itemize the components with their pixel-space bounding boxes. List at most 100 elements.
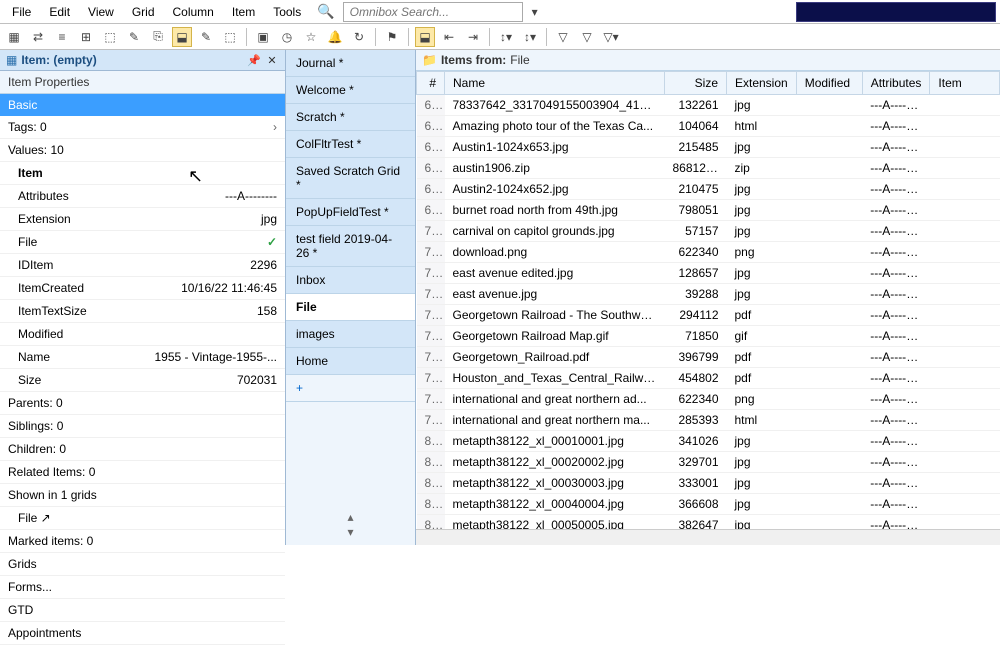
table-row[interactable]: 80metapth38122_xl_00010001.jpg341026jpg-… — [417, 431, 1000, 452]
horizontal-scrollbar[interactable] — [416, 529, 1000, 545]
tool-9[interactable]: ✎ — [196, 27, 216, 47]
gtd-row[interactable]: GTD — [0, 599, 285, 622]
related-row[interactable]: Related Items: 0 — [0, 461, 285, 484]
tool-indent-right[interactable]: ⇥ — [463, 27, 483, 47]
tab-item[interactable]: PopUpFieldTest * — [286, 199, 415, 226]
children-row[interactable]: Children: 0 — [0, 438, 285, 461]
shown-file-row[interactable]: File ↗ — [0, 507, 285, 530]
prop-row[interactable]: ItemCreated10/16/22 11:46:45 — [0, 277, 285, 300]
tool-clock[interactable]: ◷ — [277, 27, 297, 47]
table-row[interactable]: 83metapth38122_xl_00040004.jpg366608jpg-… — [417, 494, 1000, 515]
appointments-row[interactable]: Appointments — [0, 622, 285, 645]
prop-row[interactable]: Size702031 — [0, 369, 285, 392]
col-modified[interactable]: Modified — [796, 72, 862, 95]
prop-row[interactable]: IDItem2296 — [0, 254, 285, 277]
menu-column[interactable]: Column — [165, 2, 222, 22]
grid-table-wrap[interactable]: # Name Size Extension Modified Attribute… — [416, 71, 1000, 529]
tool-highlight[interactable]: ⬓ — [415, 27, 435, 47]
tool-sort2[interactable]: ↕▾ — [520, 27, 540, 47]
omnibox-search[interactable] — [343, 2, 523, 22]
tool-flag[interactable]: ⚑ — [382, 27, 402, 47]
tab-item[interactable]: Scratch * — [286, 104, 415, 131]
close-icon[interactable]: ✕ — [265, 53, 279, 67]
table-row[interactable]: 6478337642_3317049155003904_41633...1322… — [417, 95, 1000, 116]
tool-3[interactable]: ≡ — [52, 27, 72, 47]
table-row[interactable]: 73east avenue.jpg39288jpg---A-------- — [417, 284, 1000, 305]
menu-grid[interactable]: Grid — [124, 2, 163, 22]
tool-filter1[interactable]: ▽ — [553, 27, 573, 47]
pin-icon[interactable]: 📌 — [247, 53, 261, 67]
tool-bell[interactable]: 🔔 — [325, 27, 345, 47]
tool-4[interactable]: ⊞ — [76, 27, 96, 47]
table-row[interactable]: 84metapth38122_xl_00050005.jpg382647jpg-… — [417, 515, 1000, 530]
tab-item[interactable]: test field 2019-04-26 * — [286, 226, 415, 267]
table-row[interactable]: 71download.png622340png---A-------- — [417, 242, 1000, 263]
col-size[interactable]: Size — [665, 72, 727, 95]
prop-row[interactable]: Extensionjpg — [0, 208, 285, 231]
table-row[interactable]: 81metapth38122_xl_00020002.jpg329701jpg-… — [417, 452, 1000, 473]
tab-item[interactable]: Journal * — [286, 50, 415, 77]
prop-row[interactable]: Attributes---A-------- — [0, 185, 285, 208]
values-row[interactable]: Values: 10 — [0, 139, 285, 162]
table-row[interactable]: 72east avenue edited.jpg128657jpg---A---… — [417, 263, 1000, 284]
table-row[interactable]: 66Austin1-1024x653.jpg215485jpg---A-----… — [417, 137, 1000, 158]
tab-item[interactable]: Home — [286, 348, 415, 375]
table-row[interactable]: 70carnival on capitol grounds.jpg57157jp… — [417, 221, 1000, 242]
tab-item[interactable]: Welcome * — [286, 77, 415, 104]
prop-row[interactable]: ItemTextSize158 — [0, 300, 285, 323]
col-item[interactable]: Item — [930, 72, 1000, 95]
tool-star[interactable]: ☆ — [301, 27, 321, 47]
tool-7[interactable]: ⎘ — [148, 27, 168, 47]
table-row[interactable]: 78international and great northern ad...… — [417, 389, 1000, 410]
binoculars-icon[interactable]: 🔍 — [317, 3, 334, 20]
marked-row[interactable]: Marked items: 0 — [0, 530, 285, 553]
tab-item[interactable]: Inbox — [286, 267, 415, 294]
prop-row[interactable]: Item — [0, 162, 285, 185]
tool-10[interactable]: ⬚ — [220, 27, 240, 47]
tool-calendar[interactable]: ▣ — [253, 27, 273, 47]
col-name[interactable]: Name — [445, 72, 665, 95]
prop-row[interactable]: Modified — [0, 323, 285, 346]
forms-row[interactable]: Forms... — [0, 576, 285, 599]
table-row[interactable]: 67austin1906.zip8681283zip---A-------- — [417, 158, 1000, 179]
basic-header[interactable]: Basic — [0, 94, 285, 116]
tool-2[interactable]: ⇄ — [28, 27, 48, 47]
menu-view[interactable]: View — [80, 2, 122, 22]
tool-filter2[interactable]: ▽ — [577, 27, 597, 47]
table-row[interactable]: 76Georgetown_Railroad.pdf396799pdf---A--… — [417, 347, 1000, 368]
prop-row[interactable]: File✓ — [0, 231, 285, 254]
table-row[interactable]: 69burnet road north from 49th.jpg798051j… — [417, 200, 1000, 221]
col-number[interactable]: # — [417, 72, 445, 95]
tool-sort1[interactable]: ↕▾ — [496, 27, 516, 47]
tool-indent-left[interactable]: ⇤ — [439, 27, 459, 47]
table-row[interactable]: 65Amazing photo tour of the Texas Ca...1… — [417, 116, 1000, 137]
table-row[interactable]: 68Austin2-1024x652.jpg210475jpg---A-----… — [417, 179, 1000, 200]
tab-item[interactable]: images — [286, 321, 415, 348]
tool-6[interactable]: ✎ — [124, 27, 144, 47]
tool-8[interactable]: ⬓ — [172, 27, 192, 47]
tool-filter3[interactable]: ▽▾ — [601, 27, 621, 47]
table-row[interactable]: 75Georgetown Railroad Map.gif71850gif---… — [417, 326, 1000, 347]
col-extension[interactable]: Extension — [727, 72, 797, 95]
parents-row[interactable]: Parents: 0 — [0, 392, 285, 415]
menu-tools[interactable]: Tools — [265, 2, 309, 22]
tool-5[interactable]: ⬚ — [100, 27, 120, 47]
table-row[interactable]: 82metapth38122_xl_00030003.jpg333001jpg-… — [417, 473, 1000, 494]
tab-item[interactable]: Saved Scratch Grid * — [286, 158, 415, 199]
tags-row[interactable]: Tags: 0› — [0, 116, 285, 139]
shown-row[interactable]: Shown in 1 grids — [0, 484, 285, 507]
menu-item[interactable]: Item — [224, 2, 263, 22]
omnibox-dropdown[interactable]: ▾ — [525, 2, 545, 22]
prop-row[interactable]: Name1955 - Vintage-1955-... — [0, 346, 285, 369]
col-attributes[interactable]: Attributes — [862, 72, 930, 95]
table-row[interactable]: 79international and great northern ma...… — [417, 410, 1000, 431]
tool-1[interactable]: ▦ — [4, 27, 24, 47]
tool-refresh[interactable]: ↻ — [349, 27, 369, 47]
table-row[interactable]: 77Houston_and_Texas_Central_Railway....4… — [417, 368, 1000, 389]
grids-row[interactable]: Grids — [0, 553, 285, 576]
menu-file[interactable]: File — [4, 2, 39, 22]
tab-item[interactable]: File — [286, 294, 415, 321]
add-tab-button[interactable]: + — [286, 375, 415, 402]
siblings-row[interactable]: Siblings: 0 — [0, 415, 285, 438]
table-row[interactable]: 74Georgetown Railroad - The Southwe...29… — [417, 305, 1000, 326]
